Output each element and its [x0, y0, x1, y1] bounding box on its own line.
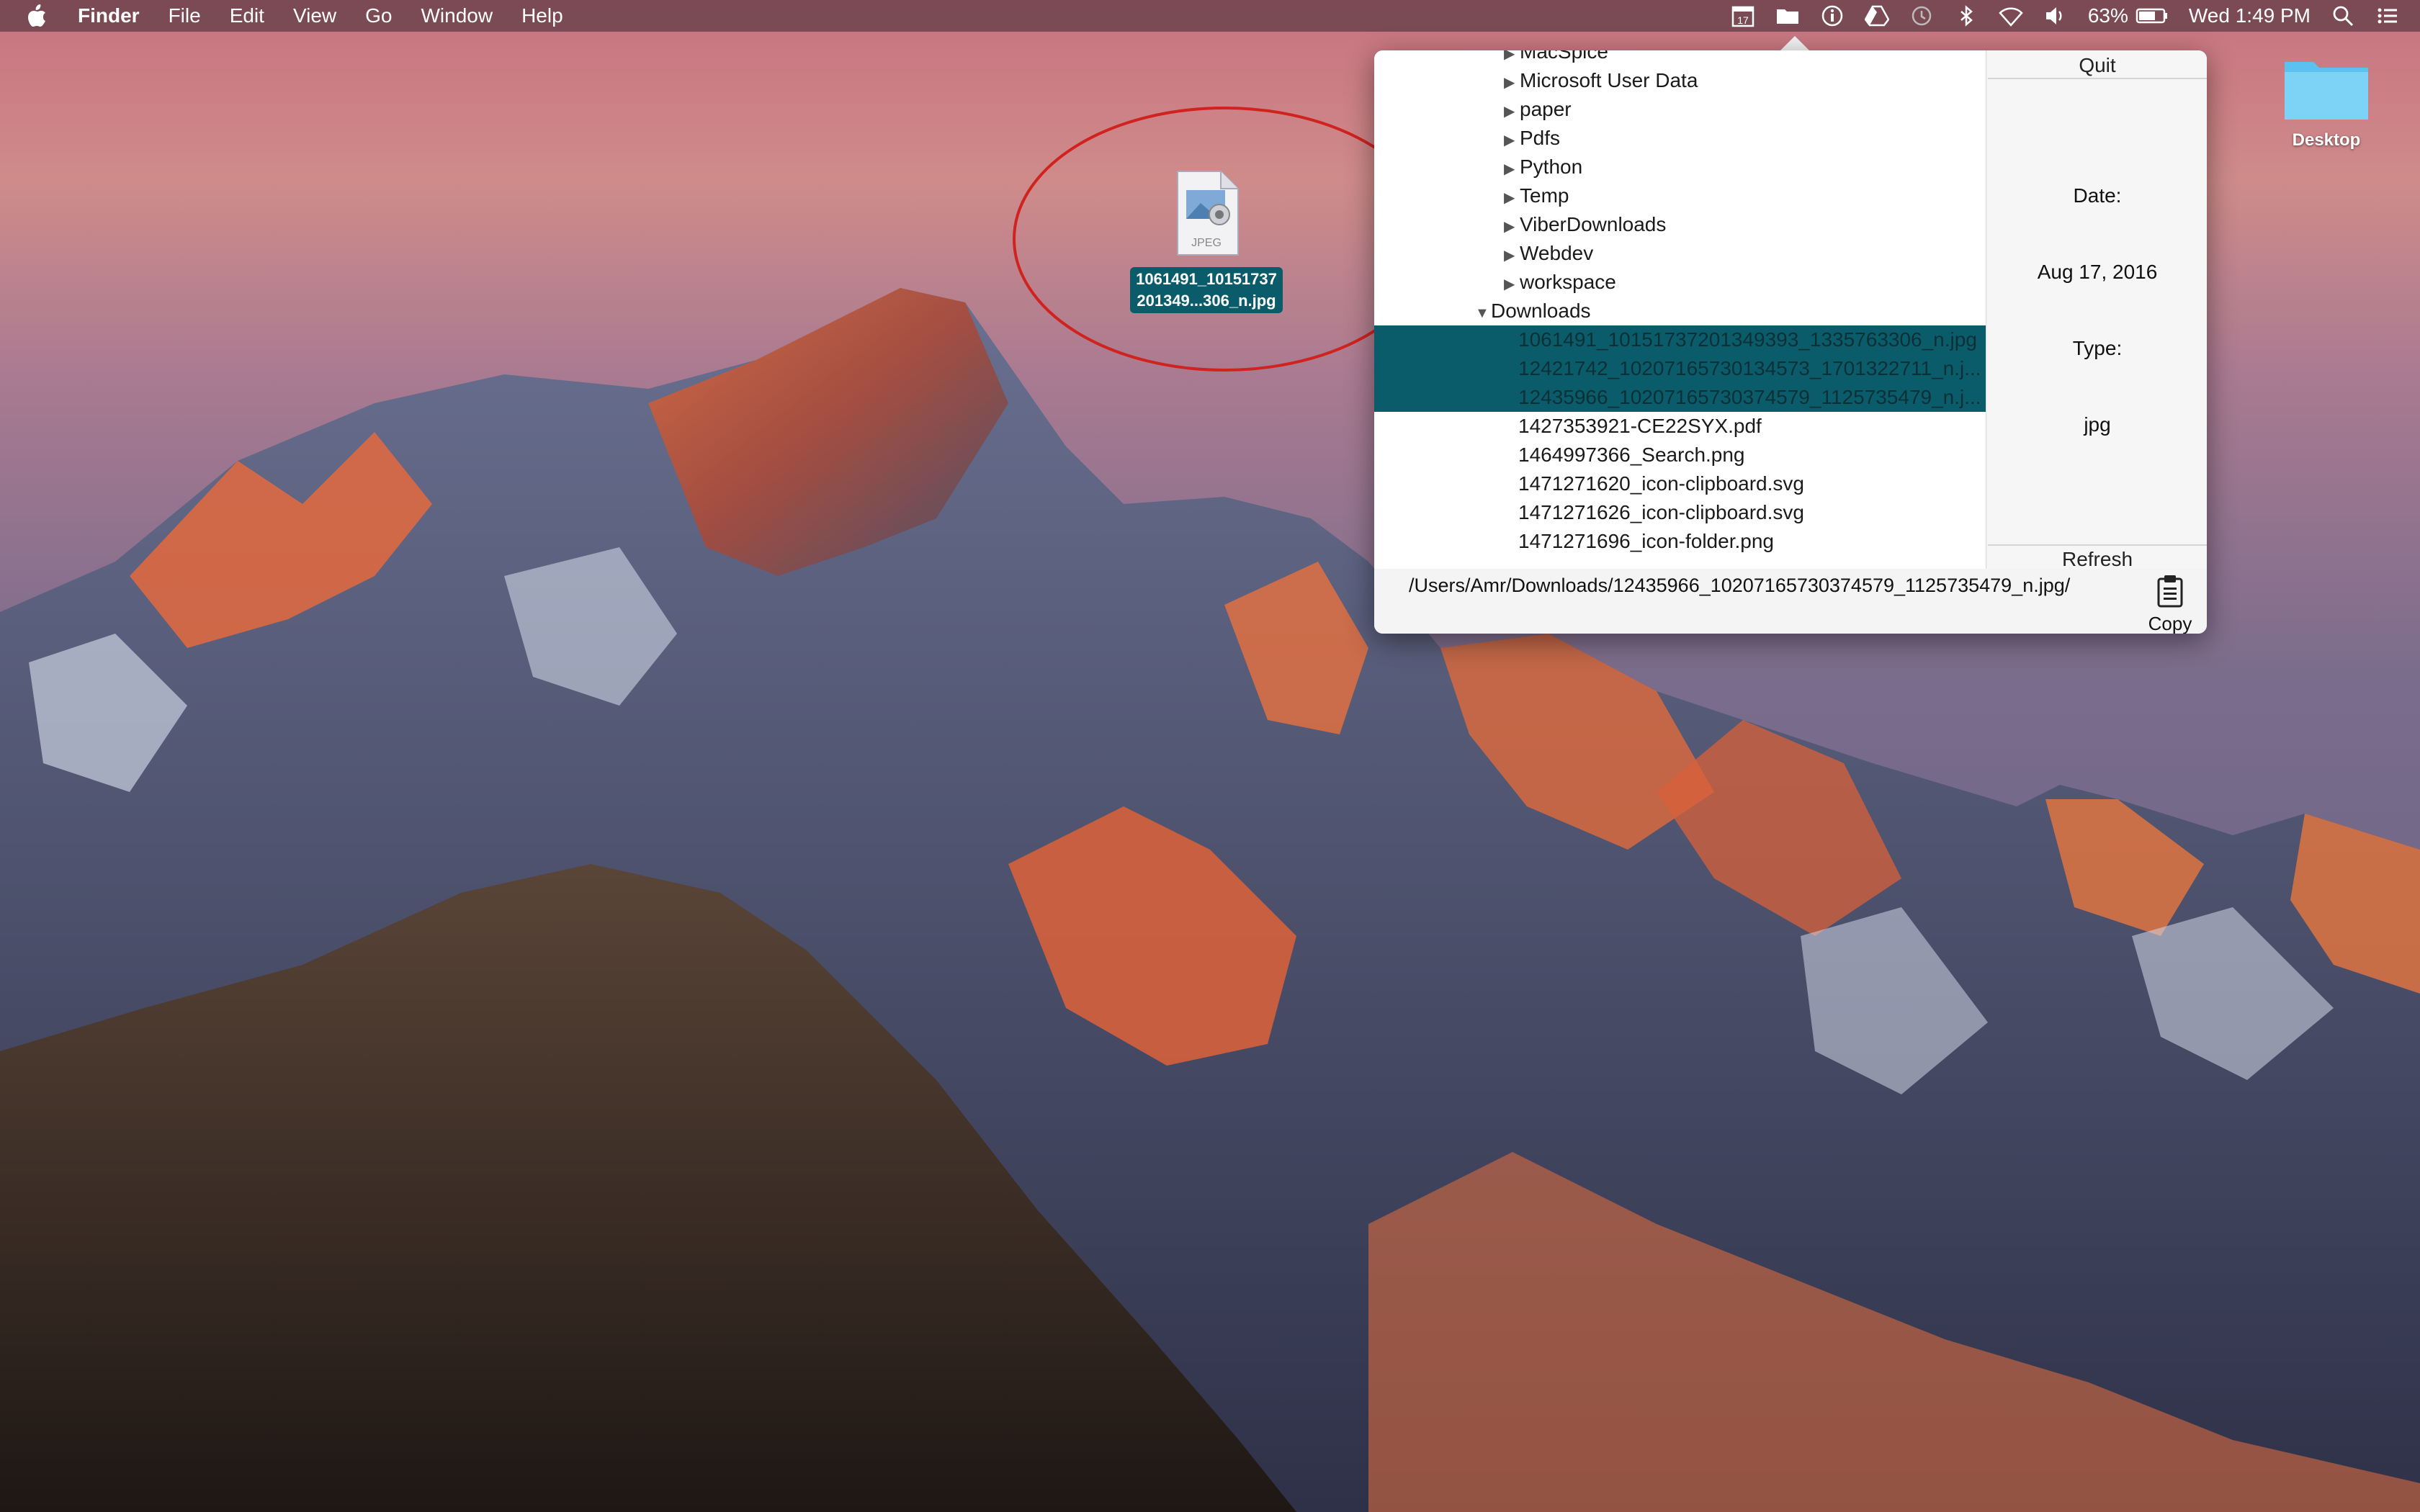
tree-file-row[interactable]: 1464997366_Search.png: [1374, 441, 1986, 469]
tree-folder-row[interactable]: ▶ paper: [1374, 95, 1986, 124]
battery-icon[interactable]: [2136, 4, 2169, 28]
date-value: Aug 17, 2016: [2037, 261, 2158, 283]
tree-folder-row[interactable]: ▶ Pdfs: [1374, 124, 1986, 153]
path-bar: /Users/Amr/Downloads/12435966_1020716573…: [1374, 569, 2207, 634]
tree-row-label: Downloads: [1491, 300, 1591, 322]
tree-file-row[interactable]: 12421742_10207165730134573_1701322711_n.…: [1374, 354, 1986, 383]
tree-folder-row[interactable]: ▶ workspace: [1374, 268, 1986, 297]
disclosure-triangle-right-icon[interactable]: ▶: [1504, 97, 1520, 126]
file-tree[interactable]: ▶ MacSpice ▶ Microsoft User Data ▶ paper ▶ Pdfs…: [1374, 50, 1986, 569]
tree-row-label: 1464997366_Search.png: [1518, 444, 1745, 466]
disclosure-triangle-right-icon[interactable]: ▶: [1504, 270, 1520, 299]
tree-row-label: 1471271696_icon-folder.png: [1518, 530, 1774, 552]
tree-folder-row[interactable]: ▶ MacSpice: [1374, 50, 1986, 66]
tree-file-row[interactable]: 1427353921-CE22SYX.pdf: [1374, 412, 1986, 441]
folder-icon: [2285, 62, 2368, 120]
disclosure-triangle-right-icon[interactable]: ▶: [1504, 212, 1520, 241]
calendar-icon[interactable]: 17: [1731, 4, 1755, 28]
menu-go[interactable]: Go: [365, 4, 392, 27]
info-panel: Quit Date: Aug 17, 2016 Type: jpg Refres…: [1988, 50, 2207, 572]
tree-row-label: MacSpice: [1520, 50, 1608, 63]
refresh-button[interactable]: Refresh: [1988, 544, 2207, 572]
calendar-day: 17: [1737, 14, 1749, 26]
tree-folder-row[interactable]: ▶ Webdev: [1374, 239, 1986, 268]
tree-file-row[interactable]: 1471271696_icon-folder.png: [1374, 527, 1986, 556]
tree-folder-row[interactable]: ▶ Temp: [1374, 181, 1986, 210]
copy-label: Copy: [2148, 613, 2192, 634]
folder-tree-menu-icon[interactable]: [1775, 4, 1800, 28]
folder-browser-popover: ▶ MacSpice ▶ Microsoft User Data ▶ paper ▶ Pdfs…: [1374, 50, 2207, 634]
menu-finder[interactable]: Finder: [78, 4, 140, 27]
tree-row-label: 1061491_10151737201349393_1335763306_n.j…: [1518, 328, 1977, 351]
tree-folder-row[interactable]: ▶ ViberDownloads: [1374, 210, 1986, 239]
date-label: Date:: [2073, 184, 2122, 207]
tree-file-row[interactable]: 1471271620_icon-clipboard.svg: [1374, 469, 1986, 498]
popover-arrow: [1779, 36, 1811, 52]
type-label: Type:: [2072, 337, 2123, 359]
tree-row-label: Microsoft User Data: [1520, 69, 1698, 91]
tree-row-label: workspace: [1520, 271, 1616, 293]
menu-window[interactable]: Window: [421, 4, 493, 27]
disclosure-triangle-down-icon[interactable]: ▼: [1475, 299, 1491, 328]
tree-row-label: Temp: [1520, 184, 1569, 207]
google-drive-icon[interactable]: [1864, 4, 1889, 28]
menu-view[interactable]: View: [293, 4, 336, 27]
wifi-icon[interactable]: [1999, 4, 2023, 28]
tree-row-label: Webdev: [1520, 242, 1594, 264]
menu-file[interactable]: File: [169, 4, 201, 27]
tree-file-row[interactable]: 1061491_10151737201349393_1335763306_n.j…: [1374, 325, 1986, 354]
apple-menu-icon[interactable]: [26, 0, 55, 32]
disclosure-triangle-right-icon[interactable]: ▶: [1504, 126, 1520, 155]
clock[interactable]: Wed 1:49 PM: [2189, 4, 2311, 27]
status-area: 17 63% Wed 1:49 PM: [1731, 0, 2420, 32]
tree-folder-row[interactable]: ▶ Microsoft User Data: [1374, 66, 1986, 95]
tree-row-label: ViberDownloads: [1520, 213, 1667, 235]
tree-row-label: Python: [1520, 156, 1583, 178]
menu-help[interactable]: Help: [521, 4, 563, 27]
clipboard-icon: [2157, 575, 2183, 608]
menu-bar: Finder File Edit View Go Window Help 17 …: [0, 0, 2420, 32]
tree-row-label: 1471271626_icon-clipboard.svg: [1518, 501, 1804, 523]
tree-row-label: 1427353921-CE22SYX.pdf: [1518, 415, 1762, 437]
tree-row-label: 12421742_10207165730134573_1701322711_n.…: [1518, 357, 1981, 379]
disclosure-triangle-right-icon[interactable]: ▶: [1504, 241, 1520, 270]
notification-center-icon[interactable]: [2375, 4, 2400, 28]
tree-row-label: Pdfs: [1520, 127, 1561, 149]
quit-button[interactable]: Quit: [1988, 52, 2207, 79]
disclosure-triangle-right-icon[interactable]: ▶: [1504, 184, 1520, 212]
tree-row-label: 12435966_10207165730374579_1125735479_n.…: [1518, 386, 1981, 408]
time-machine-icon[interactable]: [1909, 4, 1934, 28]
info-icon[interactable]: [1820, 4, 1845, 28]
tree-file-row[interactable]: 12435966_10207165730374579_1125735479_n.…: [1374, 383, 1986, 412]
bluetooth-icon[interactable]: [1954, 4, 1978, 28]
tree-folder-row[interactable]: ▼Downloads: [1374, 297, 1986, 325]
tree-folder-row[interactable]: ▶ Python: [1374, 153, 1986, 181]
battery-percent[interactable]: 63%: [2088, 4, 2128, 27]
tree-file-row[interactable]: 1471271626_icon-clipboard.svg: [1374, 498, 1986, 527]
desktop-folder-item[interactable]: Desktop: [2276, 52, 2377, 150]
type-value: jpg: [2084, 413, 2111, 436]
volume-icon[interactable]: [2043, 4, 2068, 28]
tree-row-label: paper: [1520, 98, 1572, 120]
desktop-folder-label: Desktop: [2292, 130, 2361, 150]
disclosure-triangle-right-icon[interactable]: ▶: [1504, 68, 1520, 97]
menu-edit[interactable]: Edit: [230, 4, 264, 27]
copy-button[interactable]: Copy: [2138, 573, 2202, 634]
disclosure-triangle-right-icon[interactable]: ▶: [1504, 155, 1520, 184]
spotlight-search-icon[interactable]: [2331, 4, 2355, 28]
selected-path[interactable]: /Users/Amr/Downloads/12435966_1020716573…: [1409, 575, 2070, 597]
tree-row-label: 1471271620_icon-clipboard.svg: [1518, 472, 1804, 495]
